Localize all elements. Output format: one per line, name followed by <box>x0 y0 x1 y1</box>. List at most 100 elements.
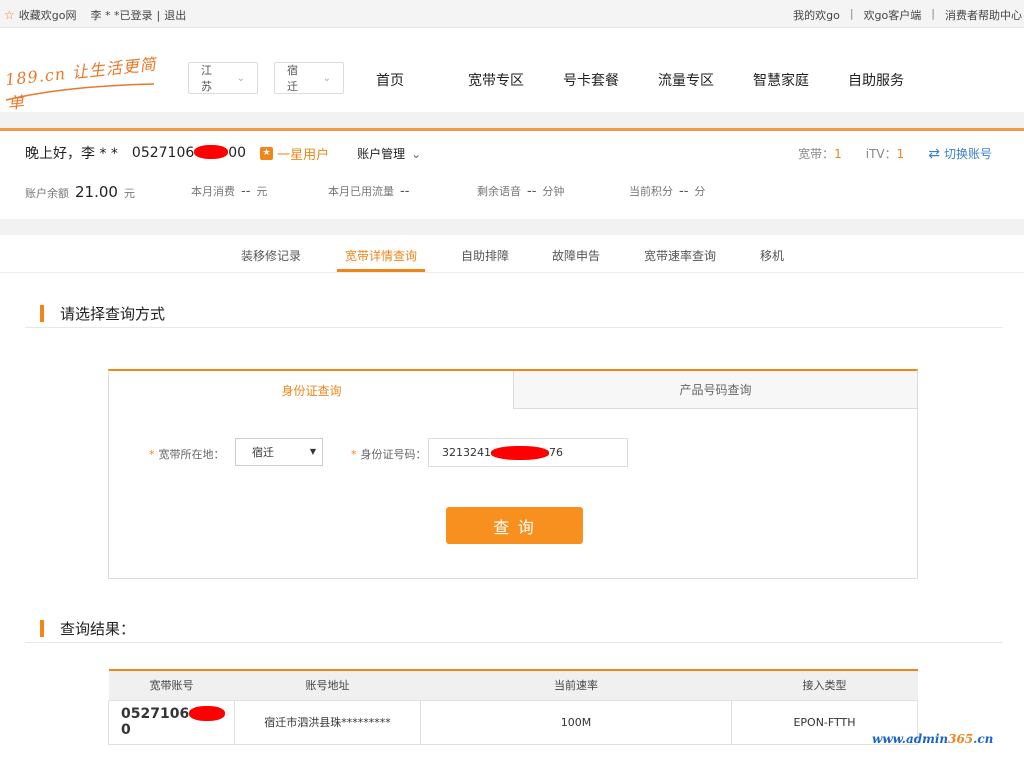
watermark-part: .cn <box>973 732 994 746</box>
id-number-suffix: 76 <box>549 446 563 459</box>
stat-balance: 账户余额 21.00 元 <box>25 183 191 201</box>
stat-label: 账户余额 <box>25 187 69 200</box>
account-manage-dropdown[interactable]: 账户管理 ⌄ <box>357 145 421 162</box>
broadband-account-cell: 05271060 <box>108 699 235 745</box>
tab-broadband-details[interactable]: 宽带详情查询 <box>345 247 417 264</box>
stat-value: -- <box>527 184 537 199</box>
id-number-input[interactable]: 3213241 76 <box>428 438 628 467</box>
broadband-label: 宽带： <box>798 147 835 161</box>
table-row: 05271060 宿迁市泗洪县珠********* 100M EPON-FTTH <box>108 699 918 745</box>
city-value: 宿迁 <box>287 64 298 93</box>
stat-value: 21.00 <box>75 183 118 201</box>
column-header: 账号地址 <box>234 670 421 700</box>
account-manage-label: 账户管理 <box>357 146 406 161</box>
results-section-title-text: 查询结果： <box>60 620 136 638</box>
broadband-count[interactable]: 宽带：1 <box>798 145 842 162</box>
tab-relocation[interactable]: 移机 <box>760 247 784 264</box>
separator-band <box>0 112 1024 128</box>
query-panel: 身份证查询 产品号码查询 * 宽带所在地： 宿迁 ▼ * 身份证号码： 321324… <box>108 369 918 579</box>
stat-points: 当前积分 -- 分 <box>629 183 705 201</box>
title-accent-bar <box>40 620 44 637</box>
query-section-title: 请选择查询方式 <box>40 303 165 324</box>
tab-self-troubleshoot[interactable]: 自助排障 <box>461 247 509 264</box>
divider: | <box>849 7 854 20</box>
speed-cell: 100M <box>420 699 732 745</box>
chevron-down-icon: ⌄ <box>236 72 245 84</box>
user-services: 宽带：1 iTV：1 ⇄ 切换账号 <box>798 145 992 162</box>
greeting-text: 晚上好，李 * * <box>25 146 118 162</box>
stat-voice: 剩余语音 -- 分钟 <box>477 183 629 201</box>
divider <box>25 642 1003 643</box>
my-huango-link[interactable]: 我的欢go <box>793 7 840 23</box>
column-header: 接入类型 <box>731 670 918 700</box>
separator-band <box>0 219 1024 235</box>
stat-unit: 元 <box>123 187 135 200</box>
tab-product-number-query[interactable]: 产品号码查询 <box>513 371 917 409</box>
location-select[interactable]: 宿迁 ▼ <box>235 438 323 466</box>
id-number-label: * 身份证号码： <box>351 446 427 462</box>
tab-speed-query[interactable]: 宽带速率查询 <box>644 247 716 264</box>
account-stats: 账户余额 21.00 元 本月消费 -- 元 本月已用流量 -- 剩余语音 --… <box>25 183 705 201</box>
itv-count[interactable]: iTV：1 <box>866 145 905 162</box>
top-bar-right: 我的欢go | 欢go客户端 | 消费者帮助中心 <box>793 7 1022 23</box>
watermark: www.admin365.cn <box>872 732 993 746</box>
query-section-title-text: 请选择查询方式 <box>60 305 166 323</box>
province-select[interactable]: 江苏 ⌄ <box>188 62 258 94</box>
stat-unit: 元 <box>256 185 268 198</box>
nav-smart-home[interactable]: 智慧家庭 <box>753 70 848 90</box>
id-number-prefix: 3213241 <box>442 446 491 459</box>
user-level: ★ 一星用户 <box>260 144 329 163</box>
redaction-mark <box>189 705 226 721</box>
stat-unit: 分钟 <box>542 185 565 198</box>
redaction-mark <box>194 145 229 159</box>
user-info-panel: 晚上好，李 * * 0527106 00 ★ 一星用户 账户管理 ⌄ 宽带：1 iT… <box>0 131 1024 219</box>
stat-value: -- <box>241 184 251 199</box>
stat-label: 剩余语音 <box>477 185 521 198</box>
top-bar: ☆ 收藏欢go网 李 * *已登录 | 退出 我的欢go | 欢go客户端 | … <box>0 0 1024 28</box>
location-label: * 宽带所在地： <box>149 446 225 462</box>
stat-value: -- <box>400 184 410 199</box>
favorite-link[interactable]: 收藏欢go网 <box>19 7 77 23</box>
switch-account-button[interactable]: ⇄ 切换账号 <box>928 145 992 162</box>
divider <box>25 327 1003 328</box>
account-prefix: 0527106 <box>121 706 190 722</box>
help-center-link[interactable]: 消费者帮助中心 <box>945 7 1022 23</box>
province-value: 江苏 <box>201 64 212 93</box>
results-section-title: 查询结果： <box>40 618 135 639</box>
query-button[interactable]: 查 询 <box>446 507 583 544</box>
broadband-count-value: 1 <box>834 147 842 161</box>
nav-sim-plans[interactable]: 号卡套餐 <box>563 70 658 90</box>
column-header: 宽带账号 <box>108 670 235 700</box>
id-number-label-text: 身份证号码： <box>360 448 427 461</box>
logout-link[interactable]: 退出 <box>164 7 186 23</box>
nav-home[interactable]: 首页 <box>376 70 468 90</box>
caret-down-icon: ▼ <box>309 447 316 456</box>
nav-broadband[interactable]: 宽带专区 <box>468 70 563 90</box>
tab-id-query[interactable]: 身份证查询 <box>109 371 514 409</box>
swap-arrows-icon: ⇄ <box>928 145 940 162</box>
itv-count-value: 1 <box>896 147 905 161</box>
stat-unit: 分 <box>694 185 706 198</box>
phone-suffix: 00 <box>228 145 247 161</box>
logo[interactable]: 189.cn 让生活更简单 <box>4 54 164 113</box>
chevron-down-icon: ⌄ <box>411 146 422 161</box>
star-icon[interactable]: ☆ <box>4 8 15 22</box>
title-accent-bar <box>40 305 44 322</box>
switch-account-label: 切换账号 <box>943 147 992 161</box>
table-header-row: 宽带账号 账号地址 当前速率 接入类型 <box>108 670 918 700</box>
column-header: 当前速率 <box>420 670 732 700</box>
client-link[interactable]: 欢go客户端 <box>864 7 922 23</box>
tab-fault-report[interactable]: 故障申告 <box>552 247 600 264</box>
stat-label: 本月已用流量 <box>328 185 394 198</box>
stat-label: 本月消费 <box>191 185 235 198</box>
sub-tab-bar: 装移修记录 宽带详情查询 自助排障 故障申告 宽带速率查询 移机 <box>0 235 1024 273</box>
nav-data[interactable]: 流量专区 <box>658 70 753 90</box>
user-level-text: 一星用户 <box>277 147 330 163</box>
tab-install-repair-records[interactable]: 装移修记录 <box>241 247 301 264</box>
phone-prefix: 0527106 <box>131 145 195 161</box>
city-select[interactable]: 宿迁 ⌄ <box>274 62 344 94</box>
account-suffix: 0 <box>121 722 131 738</box>
nav-self-service[interactable]: 自助服务 <box>848 70 943 90</box>
stat-value: -- <box>679 184 689 199</box>
redaction-mark <box>491 445 549 460</box>
